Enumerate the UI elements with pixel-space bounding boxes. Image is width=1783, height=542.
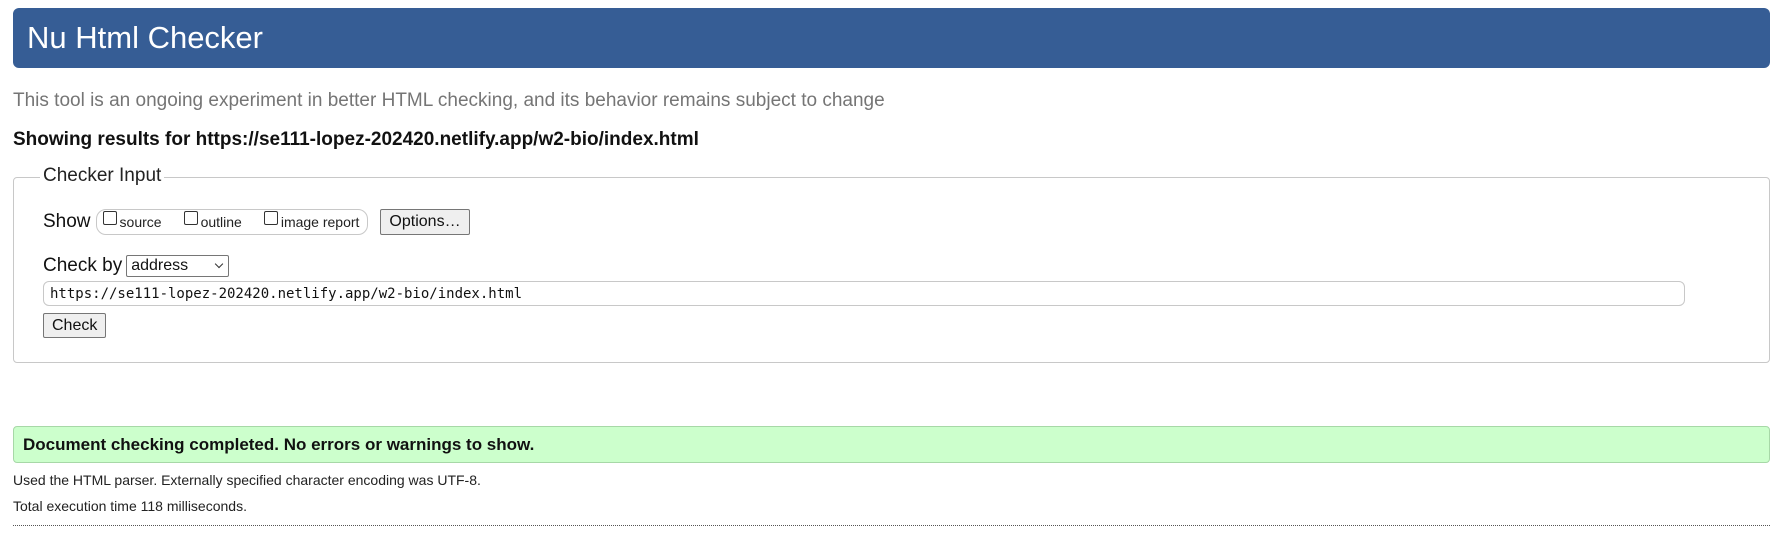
success-message: Document checking completed. No errors o… [13, 426, 1770, 463]
source-checkbox-label[interactable]: source [120, 214, 162, 230]
dotted-divider [13, 525, 1770, 526]
results-heading: Showing results for https://se111-lopez-… [13, 129, 699, 150]
source-checkbox[interactable] [102, 211, 117, 225]
show-outline-option[interactable]: outline [183, 211, 242, 230]
check-by-select[interactable]: address [126, 255, 230, 277]
show-source-option[interactable]: source [102, 211, 162, 230]
chevron-down-icon [214, 259, 224, 269]
show-options-group: source outline image report [95, 209, 369, 235]
address-input[interactable]: https://se111-lopez-202420.netlify.app/w… [43, 281, 1685, 306]
check-button[interactable]: Check [43, 313, 107, 338]
check-by-selected-value: address [131, 257, 189, 274]
parser-info: Used the HTML parser. Externally specifi… [13, 472, 481, 488]
image-report-checkbox[interactable] [263, 211, 278, 225]
check-by-label: Check by [43, 255, 123, 276]
checker-input-fieldset: Checker Input Show source outline image … [13, 165, 1770, 363]
image-report-checkbox-label[interactable]: image report [281, 214, 360, 230]
check-by-row: Check by address [43, 253, 230, 279]
experiment-notice: This tool is an ongoing experiment in be… [13, 90, 885, 111]
nu-html-checker-page: Nu Html Checker This tool is an ongoing … [0, 0, 1783, 542]
outline-checkbox[interactable] [183, 211, 198, 225]
outline-checkbox-label[interactable]: outline [201, 214, 242, 230]
options-button[interactable]: Options… [380, 209, 470, 235]
show-row: Show source outline image report Options… [43, 208, 470, 236]
show-label: Show [43, 211, 91, 232]
checker-input-legend: Checker Input [40, 165, 165, 187]
show-image-report-option[interactable]: image report [263, 211, 360, 230]
execution-time: Total execution time 118 milliseconds. [13, 498, 247, 514]
page-title: Nu Html Checker [27, 20, 263, 55]
page-header: Nu Html Checker [13, 8, 1770, 68]
